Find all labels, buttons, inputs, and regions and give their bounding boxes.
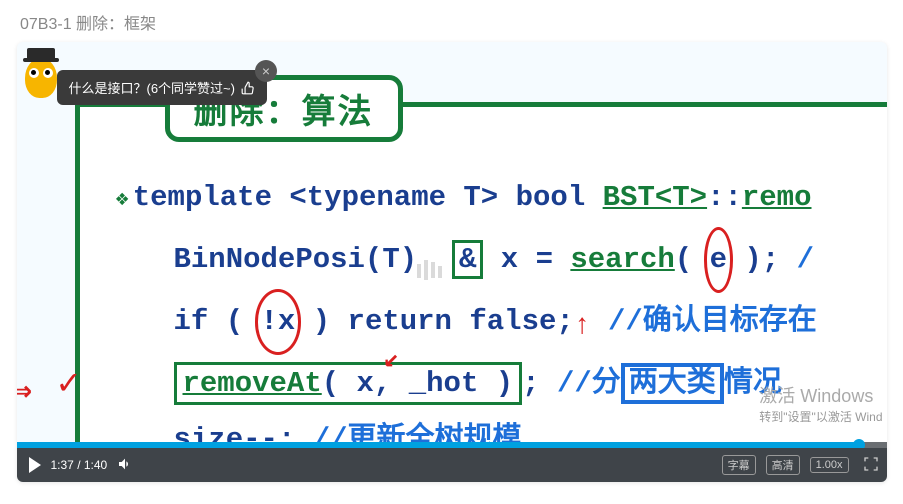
page-title: 07B3-1 删除：框架: [0, 0, 903, 42]
fullscreen-icon[interactable]: [863, 456, 879, 475]
code-block: ❖template <typename T> bool BST<T>::remo…: [116, 169, 887, 473]
subtitle-button[interactable]: 字幕: [722, 455, 756, 475]
quality-button[interactable]: 高清: [766, 455, 800, 475]
bubble-text: 什么是接口？(6个同学赞过~): [69, 78, 235, 97]
arrow-up-icon: ↑: [574, 299, 591, 355]
play-icon[interactable]: [29, 457, 41, 473]
volume-icon[interactable]: [117, 456, 133, 475]
question-bubble[interactable]: 什么是接口？(6个同学赞过~) ×: [57, 70, 267, 105]
video-player: 什么是接口？(6个同学赞过~) × 删除：算法 ❖template <typen…: [17, 42, 887, 482]
code-line-3: if ( !x ) return false;↑ //确认目标存在: [116, 293, 887, 351]
thumb-up-icon[interactable]: [241, 81, 255, 95]
owl-mascot: [25, 58, 57, 98]
slide-content: 删除：算法 ❖template <typename T> bool BST<T>…: [75, 102, 887, 448]
code-line-1: ❖template <typename T> bool BST<T>::remo: [116, 169, 887, 227]
check-icon: ✓: [58, 349, 80, 421]
bullet-icon: ❖: [116, 187, 129, 212]
time-display: 1:37 / 1:40: [51, 458, 108, 472]
close-icon[interactable]: ×: [255, 60, 277, 82]
speed-button[interactable]: 1.00x: [810, 457, 849, 473]
arrow-right-icon: ⇒: [17, 359, 32, 427]
code-line-2: BinNodePosi(T) & x = search( e ); /: [116, 231, 887, 289]
code-line-4: ⇒ ✓ removeAt( x, _hot ); //分两大类情况 ↙: [116, 355, 887, 413]
video-controls: 1:37 / 1:40 字幕 高清 1.00x: [17, 448, 887, 482]
